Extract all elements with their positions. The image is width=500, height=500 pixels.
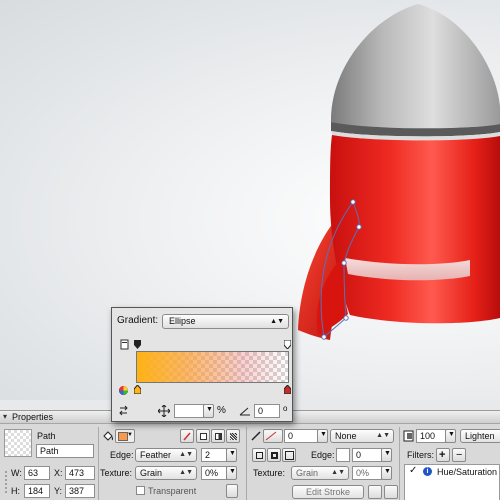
stroke-edge-swatch[interactable]: [336, 448, 350, 462]
stroke-texture-label: Texture:: [253, 468, 286, 478]
stroke-texture-amount[interactable]: 0%: [352, 466, 382, 480]
stroke-texture-dropdown[interactable]: Grain ▲▼: [291, 466, 349, 480]
swap-arrows-icon[interactable]: [118, 405, 129, 416]
color-stop-left[interactable]: [134, 385, 141, 394]
info-icon[interactable]: i: [423, 467, 432, 476]
gradient-type-value: Ellipse: [169, 316, 196, 326]
transparent-label: Transparent: [148, 486, 197, 496]
position-stepper[interactable]: ▼: [203, 404, 214, 418]
fill-edge-stepper[interactable]: ▼: [226, 448, 237, 462]
document-icon: [120, 339, 129, 350]
filters-list: ✓ i Hue/Saturation: [404, 464, 500, 500]
stroke-style-value: None: [335, 431, 357, 441]
chevron-down-icon: ▲▼: [376, 432, 390, 439]
chevron-down-icon: ▲▼: [270, 318, 284, 325]
fill-texture-label: Texture:: [100, 468, 133, 478]
percent-label: %: [217, 405, 226, 416]
pencil-icon: [183, 432, 191, 441]
object-name-field[interactable]: Path: [36, 444, 94, 458]
fill-extra-button[interactable]: [226, 484, 238, 498]
fill-options-button[interactable]: [180, 429, 194, 443]
fill-texture-dropdown[interactable]: Grain ▲▼: [135, 466, 197, 480]
opacity-stop-left[interactable]: [134, 340, 141, 349]
h-label: H:: [11, 486, 20, 496]
fill-texture-value: Grain: [140, 468, 163, 478]
checkmark-icon[interactable]: ✓: [409, 465, 417, 476]
stroke-align-center[interactable]: [267, 448, 281, 462]
blend-mode-dropdown[interactable]: Lighten: [460, 429, 500, 443]
w-label: W:: [11, 468, 22, 478]
chevron-down-icon: ▲▼: [179, 451, 193, 458]
properties-panel: ▾ Properties Path Path W: 63 X: 473 H: 1…: [0, 410, 500, 500]
filter-name: Hue/Saturation: [437, 467, 498, 477]
gradient-position-input[interactable]: [174, 404, 204, 418]
height-field[interactable]: 184: [24, 484, 50, 498]
rocket-body: [330, 135, 500, 324]
opacity-stop-right[interactable]: [284, 340, 291, 349]
object-thumbnail: [4, 429, 32, 457]
stroke-edge-stepper[interactable]: ▼: [381, 448, 392, 462]
gradient-label: Gradient:: [117, 315, 159, 326]
transparent-checkbox[interactable]: [136, 486, 145, 495]
filter-list-item[interactable]: ✓ i Hue/Saturation: [405, 465, 500, 478]
x-label: X:: [54, 468, 63, 478]
filters-label: Filters:: [407, 450, 434, 460]
x-position-field[interactable]: 473: [65, 466, 95, 480]
stroke-texture-value: Grain: [296, 468, 319, 478]
remove-filter-button[interactable]: −: [452, 448, 466, 462]
fill-solid-button[interactable]: [211, 429, 225, 443]
pencil-icon: [251, 431, 261, 441]
y-position-field[interactable]: 387: [65, 484, 95, 498]
opacity-field[interactable]: 100: [416, 429, 446, 443]
no-color-icon: [265, 431, 277, 441]
color-wheel-icon[interactable]: [118, 385, 129, 396]
stroke-color-button[interactable]: [263, 429, 283, 443]
gradient-editor-popup: Gradient: Ellipse ▲▼ ▼ % 0 o: [111, 307, 293, 422]
chevron-down-icon[interactable]: ▾: [3, 412, 7, 421]
paint-bucket-icon: [103, 431, 113, 441]
color-stop-right[interactable]: [284, 385, 291, 394]
constrain-proportions-icon[interactable]: [2, 469, 10, 495]
angle-icon: [239, 407, 250, 416]
gradient-type-dropdown[interactable]: Ellipse ▲▼: [162, 314, 289, 329]
stroke-add-button[interactable]: [368, 485, 382, 499]
width-field[interactable]: 63: [24, 466, 50, 480]
object-type-label: Path: [37, 431, 56, 441]
gradient-angle-input[interactable]: 0: [254, 404, 280, 418]
blend-mode-value: Lighten: [465, 431, 495, 441]
fill-edge-value: Feather: [140, 450, 172, 460]
stroke-size-field[interactable]: 0: [284, 429, 318, 443]
fill-pattern-button[interactable]: [226, 429, 240, 443]
stroke-size-stepper[interactable]: ▼: [317, 429, 328, 443]
degree-symbol: o: [283, 404, 288, 413]
add-filter-button[interactable]: +: [436, 448, 450, 462]
edit-stroke-button[interactable]: Edit Stroke: [292, 485, 364, 499]
stroke-texture-stepper[interactable]: ▼: [381, 466, 392, 480]
stroke-align-inside[interactable]: [252, 448, 266, 462]
chevron-down-icon: ▲▼: [179, 469, 193, 476]
stroke-align-outside[interactable]: [282, 448, 296, 462]
fill-edge-amount[interactable]: 2: [201, 448, 227, 462]
fill-edge-label: Edge:: [110, 450, 134, 460]
move-icon[interactable]: [158, 405, 170, 417]
fill-texture-stepper[interactable]: ▼: [226, 466, 237, 480]
opacity-icon: [403, 430, 414, 442]
chevron-down-icon: ▲▼: [331, 469, 345, 476]
fill-color-button[interactable]: ▼: [115, 429, 135, 443]
fill-texture-amount[interactable]: 0%: [201, 466, 227, 480]
stroke-edge-amount[interactable]: 0: [352, 448, 382, 462]
stroke-delete-button[interactable]: [384, 485, 398, 499]
opacity-stepper[interactable]: ▼: [445, 429, 456, 443]
stroke-edge-label: Edge:: [311, 450, 335, 460]
stroke-style-dropdown[interactable]: None ▲▼: [330, 429, 394, 443]
y-label: Y:: [54, 486, 63, 496]
gradient-preview-bar[interactable]: [136, 351, 289, 383]
rocket-nose-cone: [330, 4, 500, 129]
fill-none-button[interactable]: [196, 429, 210, 443]
properties-tab-title: Properties: [12, 412, 54, 422]
fill-edge-dropdown[interactable]: Feather ▲▼: [135, 448, 197, 462]
